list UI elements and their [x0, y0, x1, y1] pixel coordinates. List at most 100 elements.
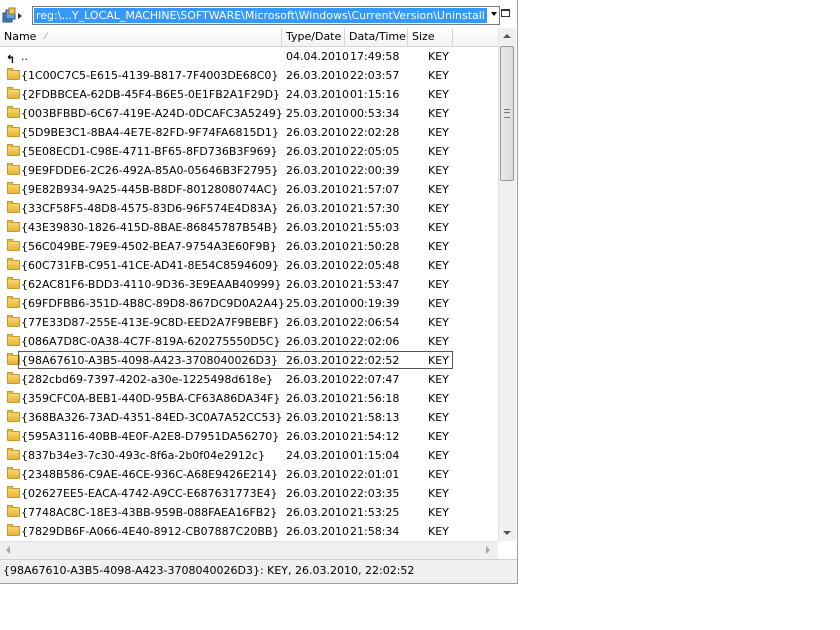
table-row[interactable]: {98A67610-A3B5-4098-A423-3708040026D3} 26…: [0, 351, 498, 370]
column-type-date[interactable]: Type/Date: [282, 28, 345, 46]
folder-icon: [4, 294, 20, 313]
column-data-time-label: Data/Time: [349, 30, 406, 43]
column-size[interactable]: Size: [408, 28, 453, 46]
vertical-scrollbar[interactable]: [498, 28, 516, 541]
row-name: {5D9BE3C1-8BA4-4E7E-82FD-9F74FA6815D1}: [21, 126, 279, 139]
row-date: 26.03.2010: [286, 145, 349, 158]
folder-shape: [7, 315, 20, 327]
row-date: 26.03.2010: [286, 487, 349, 500]
row-size: KEY: [428, 392, 449, 405]
table-row[interactable]: {43E39830-1826-415D-8BAE-86845787B54B} 26…: [0, 218, 498, 237]
row-time: 00:53:34: [350, 107, 400, 120]
row-name: {7748AC8C-18E3-43BB-959B-088FAEA16FB2}: [21, 506, 278, 519]
folder-icon: [4, 332, 20, 351]
status-bar: {98A67610-A3B5-4098-A423-3708040026D3}: …: [0, 559, 517, 583]
column-name-label: Name: [4, 30, 37, 43]
table-row[interactable]: {086A7D8C-0A38-4C7F-819A-620275550D5C} 26…: [0, 332, 498, 351]
row-date: 26.03.2010: [286, 221, 349, 234]
row-name: {77E33D87-255E-413E-9C8D-EED2A7F9BEBF}: [21, 316, 280, 329]
address-field[interactable]: reg:\...Y_LOCAL_MACHINE\SOFTWARE\Microso…: [32, 6, 500, 25]
row-date: 26.03.2010: [286, 278, 349, 291]
folder-shape: [7, 410, 20, 422]
table-row[interactable]: {359CFC0A-BEB1-440D-95BA-CF63A86DA34F} 26…: [0, 389, 498, 408]
row-time: 22:02:52: [350, 354, 400, 367]
table-row[interactable]: {69FDFBB6-351D-4B8C-89D8-867DC9D0A2A4} 25…: [0, 294, 498, 313]
table-row[interactable]: {837b34e3-7c30-493c-8f6a-2b0f04e2912c} 24…: [0, 446, 498, 465]
row-size: KEY: [428, 316, 449, 329]
scroll-left-icon[interactable]: [6, 546, 10, 554]
folder-shape: [7, 163, 20, 175]
scroll-up-icon[interactable]: [503, 34, 511, 38]
row-date: 26.03.2010: [286, 506, 349, 519]
row-date: 26.03.2010: [286, 354, 349, 367]
table-row[interactable]: {33CF58F5-48D8-4575-83D6-96F574E4D83A} 26…: [0, 199, 498, 218]
table-row[interactable]: {2FDBBCEA-62DB-45F4-B6E5-0E1FB2A1F29D} 24…: [0, 85, 498, 104]
column-size-label: Size: [412, 30, 435, 43]
row-size: KEY: [428, 145, 449, 158]
row-time: 21:57:07: [350, 183, 400, 196]
row-size: KEY: [428, 411, 449, 424]
table-row[interactable]: {9E9FDDE6-2C26-492A-85A0-05646B3F2795} 26…: [0, 161, 498, 180]
row-time: 22:06:54: [350, 316, 400, 329]
table-row[interactable]: {5E08ECD1-C98E-4711-BF65-8FD736B3F969} 26…: [0, 142, 498, 161]
table-row[interactable]: {9E82B934-9A25-445B-B8DF-8012808074AC} 26…: [0, 180, 498, 199]
table-row[interactable]: {282cbd69-7397-4202-a30e-1225498d618e} 26…: [0, 370, 498, 389]
up-folder-icon: ↰: [4, 47, 18, 66]
row-name: {359CFC0A-BEB1-440D-95BA-CF63A86DA34F}: [21, 392, 281, 405]
folder-icon: [4, 161, 20, 180]
chevron-down-icon[interactable]: [491, 12, 497, 16]
sort-ascending-icon: ⁄: [45, 32, 47, 42]
row-name: {595A3116-40BB-4E0F-A2E8-D7951DA56270}: [21, 430, 280, 443]
table-row[interactable]: {1C00C7C5-E615-4139-B817-7F4003DE68C0} 26…: [0, 66, 498, 85]
row-size: KEY: [428, 373, 449, 386]
row-time: 01:15:04: [350, 449, 400, 462]
maximize-icon[interactable]: [501, 9, 510, 17]
row-date: 26.03.2010: [286, 183, 349, 196]
folder-icon: [4, 484, 20, 503]
table-row[interactable]: {5D9BE3C1-8BA4-4E7E-82FD-9F74FA6815D1} 26…: [0, 123, 498, 142]
row-time: 22:03:35: [350, 487, 400, 500]
folder-shape: [7, 505, 20, 517]
table-row[interactable]: {368BA326-73AD-4351-84ED-3C0A7A52CC53} 26…: [0, 408, 498, 427]
row-size: KEY: [428, 278, 449, 291]
folder-shape: [7, 334, 20, 346]
scroll-down-icon[interactable]: [503, 531, 511, 535]
folder-shape: [7, 239, 20, 251]
folder-icon: [4, 180, 20, 199]
row-time: 21:58:13: [350, 411, 400, 424]
scroll-right-icon[interactable]: [486, 546, 490, 554]
row-name: {368BA326-73AD-4351-84ED-3C0A7A52CC53}: [21, 411, 283, 424]
table-row[interactable]: {62AC81F6-BDD3-4110-9D36-3E9EAAB40999} 26…: [0, 275, 498, 294]
row-name: {1C00C7C5-E615-4139-B817-7F4003DE68C0}: [21, 69, 279, 82]
table-row[interactable]: {56C049BE-79E9-4502-BEA7-9754A3E60F9B} 26…: [0, 237, 498, 256]
row-time: 22:01:01: [350, 468, 400, 481]
folder-icon: [4, 199, 20, 218]
table-row[interactable]: {7829DB6F-A066-4E40-8912-CB07887C20BB} 26…: [0, 522, 498, 540]
row-time: 21:53:47: [350, 278, 400, 291]
registry-icon[interactable]: [2, 7, 24, 25]
row-time: 22:02:06: [350, 335, 400, 348]
table-row[interactable]: {02627EE5-EACA-4742-A9CC-E687631773E4} 26…: [0, 484, 498, 503]
table-row[interactable]: {7748AC8C-18E3-43BB-959B-088FAEA16FB2} 26…: [0, 503, 498, 522]
table-row[interactable]: {60C731FB-C951-41CE-AD41-8E54C8594609} 26…: [0, 256, 498, 275]
row-size: KEY: [428, 221, 449, 234]
row-name: {02627EE5-EACA-4742-A9CC-E687631773E4}: [21, 487, 278, 500]
table-row[interactable]: {003BFBBD-6C67-419E-A24D-0DCAFC3A5249} 25…: [0, 104, 498, 123]
table-row[interactable]: ↰.. 04.04.2010 17:49:58 KEY: [0, 47, 498, 66]
row-name: {2FDBBCEA-62DB-45F4-B6E5-0E1FB2A1F29D}: [21, 88, 281, 101]
table-row[interactable]: {77E33D87-255E-413E-9C8D-EED2A7F9BEBF} 26…: [0, 313, 498, 332]
folder-icon: [4, 522, 20, 540]
horizontal-scrollbar[interactable]: [0, 541, 498, 559]
scroll-thumb[interactable]: [500, 46, 514, 181]
folder-icon: [4, 123, 20, 142]
folder-icon: [4, 370, 20, 389]
folder-icon: [4, 408, 20, 427]
column-name[interactable]: Name ⁄: [0, 28, 282, 46]
table-row[interactable]: {2348B586-C9AE-46CE-936C-A68E9426E214} 26…: [0, 465, 498, 484]
folder-shape: [7, 125, 20, 137]
row-name: {43E39830-1826-415D-8BAE-86845787B54B}: [21, 221, 279, 234]
column-data-time[interactable]: Data/Time: [345, 28, 408, 46]
row-size: KEY: [428, 449, 449, 462]
table-row[interactable]: {595A3116-40BB-4E0F-A2E8-D7951DA56270} 26…: [0, 427, 498, 446]
row-time: 21:53:25: [350, 506, 400, 519]
